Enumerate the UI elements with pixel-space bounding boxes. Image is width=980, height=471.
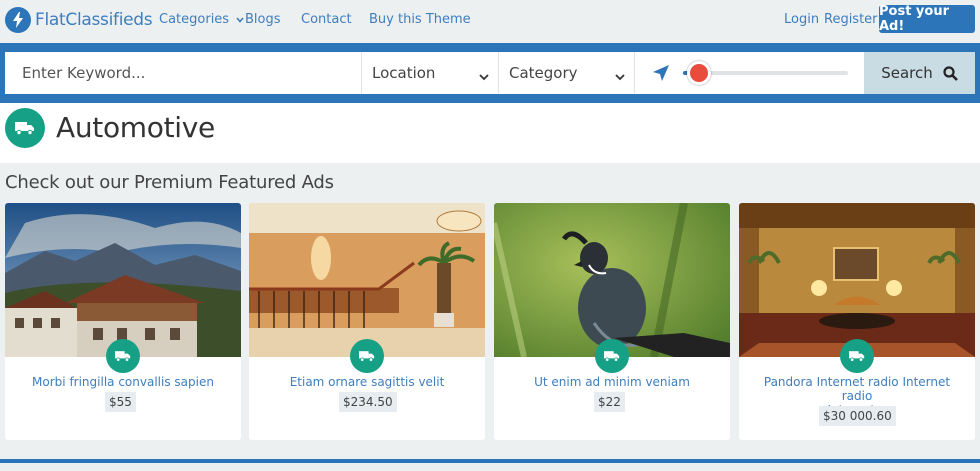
truck-icon <box>5 108 45 148</box>
ad-card[interactable]: Morbi fringilla convallis sapien $55 <box>5 203 241 440</box>
top-navbar: FlatClassifieds Categories Blogs Contact… <box>0 0 980 40</box>
truck-icon <box>350 339 384 373</box>
location-arrow-icon[interactable] <box>652 64 670 87</box>
search-button-label: Search <box>881 64 933 82</box>
post-ad-button[interactable]: Post your Ad! <box>879 4 975 34</box>
ad-image[interactable] <box>249 203 485 357</box>
search-form: Enter Keyword... Location Category Searc… <box>5 52 975 94</box>
ad-price: $30 000.60 <box>819 406 896 426</box>
truck-icon <box>840 339 874 373</box>
search-bar: Enter Keyword... Location Category Searc… <box>0 43 980 103</box>
truck-icon <box>595 339 629 373</box>
nav-categories[interactable]: Categories <box>159 12 244 27</box>
search-icon <box>943 65 958 81</box>
radius-filter <box>634 52 864 94</box>
brand-logo[interactable]: FlatClassifieds <box>5 7 153 33</box>
ad-title-line: Pandora Internet radio Internet radio <box>763 375 951 403</box>
ad-image[interactable] <box>5 203 241 357</box>
ad-price: $22 <box>594 392 625 412</box>
ad-title[interactable]: Ut enim ad minim veniam <box>494 375 730 389</box>
search-button[interactable]: Search <box>864 52 975 94</box>
location-select-label: Location <box>372 64 436 82</box>
page-title: Automotive <box>56 111 215 144</box>
ad-card[interactable]: Pandora Internet radio Internet radio In… <box>739 203 975 440</box>
category-select[interactable]: Category <box>498 52 634 94</box>
featured-heading: Check out our Premium Featured Ads <box>5 172 334 193</box>
nav-contact[interactable]: Contact <box>301 12 352 27</box>
category-select-label: Category <box>509 64 578 82</box>
nav-buy-theme[interactable]: Buy this Theme <box>369 12 471 27</box>
nav-register[interactable]: Register <box>824 12 878 27</box>
ad-title[interactable]: Morbi fringilla convallis sapien <box>5 375 241 389</box>
ad-card[interactable]: Etiam ornare sagittis velit $234.50 <box>249 203 485 440</box>
ad-image[interactable] <box>494 203 730 357</box>
chevron-down-icon <box>615 67 625 85</box>
ad-price: $234.50 <box>339 392 397 412</box>
chevron-down-icon <box>479 67 489 85</box>
bolt-icon <box>5 7 31 33</box>
ad-title[interactable]: Etiam ornare sagittis velit <box>249 375 485 389</box>
ad-image[interactable] <box>739 203 975 357</box>
truck-icon <box>106 339 140 373</box>
ad-card[interactable]: Ut enim ad minim veniam $22 <box>494 203 730 440</box>
nav-categories-label: Categories <box>159 12 230 27</box>
footer-divider <box>0 459 980 463</box>
category-header: Automotive <box>0 103 980 163</box>
keyword-input[interactable]: Enter Keyword... <box>5 52 361 94</box>
nav-login[interactable]: Login <box>784 12 819 27</box>
location-select[interactable]: Location <box>361 52 498 94</box>
radius-slider-handle[interactable] <box>687 61 711 85</box>
nav-blogs[interactable]: Blogs <box>245 12 281 27</box>
chevron-down-icon <box>236 12 244 27</box>
brand-name: FlatClassifieds <box>35 10 153 30</box>
ad-price: $55 <box>105 392 136 412</box>
